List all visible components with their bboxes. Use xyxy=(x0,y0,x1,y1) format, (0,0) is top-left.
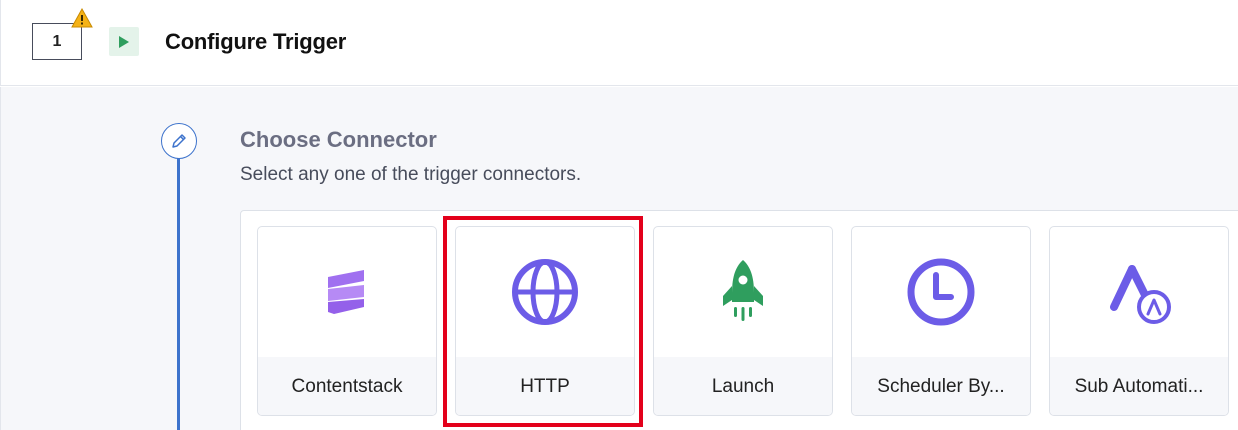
pencil-icon xyxy=(172,134,186,148)
step-header: 1 Configure Trigger xyxy=(0,0,1238,86)
step-content: Choose Connector Select any one of the t… xyxy=(0,87,1238,430)
clock-icon xyxy=(907,258,975,326)
run-step-button[interactable] xyxy=(109,27,139,56)
section-title: Choose Connector xyxy=(240,127,437,152)
step-number: 1 xyxy=(32,23,82,60)
connector-icon-area xyxy=(1050,227,1228,357)
edit-step-button[interactable] xyxy=(161,123,197,159)
connector-card-http[interactable]: HTTP xyxy=(455,226,635,416)
page-title: Configure Trigger xyxy=(165,29,347,54)
connector-icon-area xyxy=(456,227,634,357)
globe-icon xyxy=(512,259,578,325)
play-icon xyxy=(119,35,129,48)
connector-icon-area xyxy=(852,227,1030,357)
connector-card-contentstack[interactable]: Contentstack xyxy=(257,226,437,416)
connector-card-sub-automation[interactable]: Sub Automati... xyxy=(1049,226,1229,416)
connector-label: Launch xyxy=(654,357,832,415)
sub-automation-icon xyxy=(1110,265,1171,324)
connector-label: Sub Automati... xyxy=(1050,357,1228,415)
timeline-line xyxy=(177,157,180,430)
connector-list: Contentstack HTTP Launch Scheduler By...… xyxy=(240,210,1238,430)
connector-card-launch[interactable]: Launch xyxy=(653,226,833,416)
connector-card-scheduler[interactable]: Scheduler By... xyxy=(851,226,1031,416)
section-subtitle: Select any one of the trigger connectors… xyxy=(240,164,582,185)
connector-label: HTTP xyxy=(456,357,634,415)
connector-icon-area xyxy=(654,227,832,357)
warning-triangle-icon xyxy=(71,8,93,28)
connector-icon-area xyxy=(258,227,436,357)
rocket-icon xyxy=(723,260,763,321)
contentstack-icon xyxy=(328,270,364,314)
connector-label: Scheduler By... xyxy=(852,357,1030,415)
connector-label: Contentstack xyxy=(258,357,436,415)
